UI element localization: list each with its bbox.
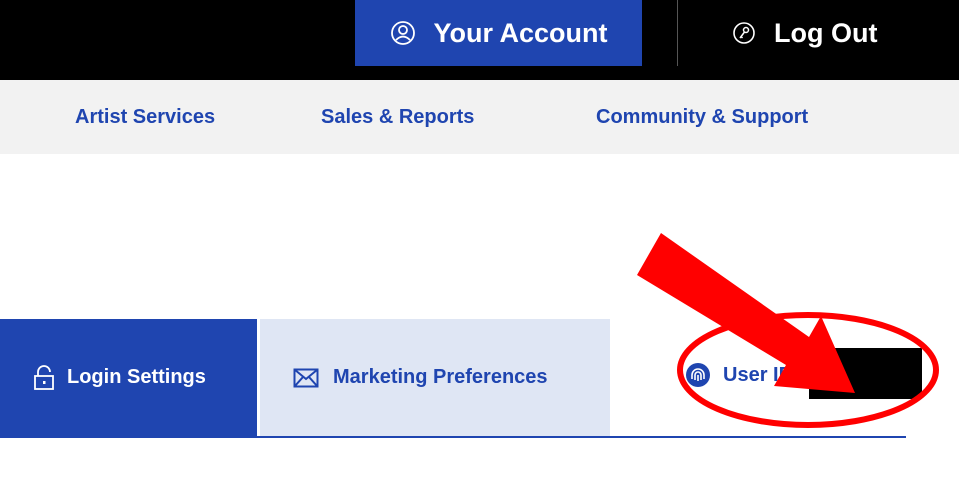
user-id-label: User ID xyxy=(723,363,794,386)
fingerprint-icon xyxy=(685,362,711,388)
tab-marketing-preferences[interactable]: Marketing Preferences xyxy=(260,319,610,436)
main-nav: Artist Services Sales & Reports Communit… xyxy=(0,80,959,154)
your-account-button[interactable]: Your Account xyxy=(355,0,642,66)
key-icon xyxy=(732,21,756,45)
lock-icon xyxy=(33,364,55,391)
tab-marketing-preferences-label: Marketing Preferences xyxy=(333,366,548,388)
header-divider xyxy=(677,0,678,66)
log-out-label: Log Out xyxy=(774,17,878,48)
nav-item-sales-reports[interactable]: Sales & Reports xyxy=(321,80,474,154)
redaction-box xyxy=(809,348,922,399)
nav-item-community-support[interactable]: Community & Support xyxy=(596,80,808,154)
tab-login-settings[interactable]: Login Settings xyxy=(0,319,257,436)
log-out-button[interactable]: Log Out xyxy=(710,0,920,66)
nav-item-artist-services[interactable]: Artist Services xyxy=(75,80,215,154)
tab-underline xyxy=(0,436,906,438)
envelope-icon xyxy=(293,368,319,388)
top-bar: Your Account Log Out xyxy=(0,0,959,80)
your-account-label: Your Account xyxy=(433,17,608,48)
tab-login-settings-label: Login Settings xyxy=(67,366,206,388)
user-circle-icon xyxy=(390,20,416,46)
